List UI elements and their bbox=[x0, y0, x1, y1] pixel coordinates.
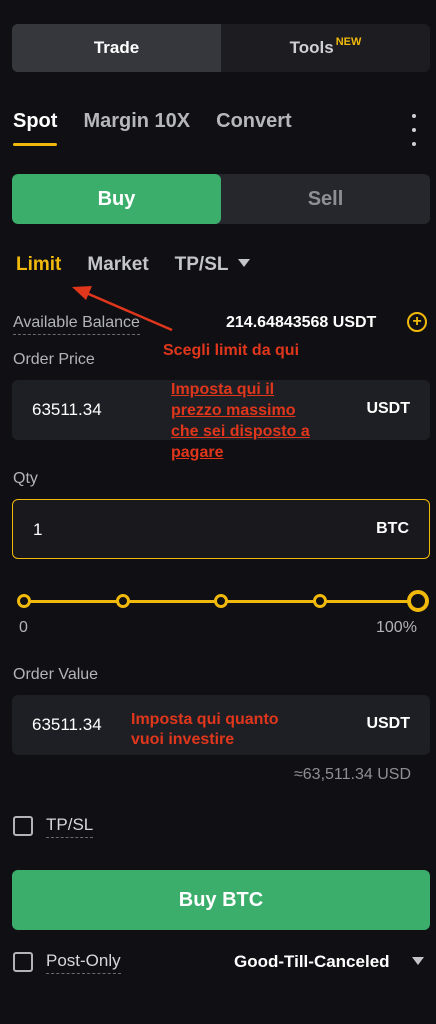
annotation-value: Imposta qui quanto vuoi investire bbox=[131, 710, 279, 750]
annotation-price-line: prezzo massimo bbox=[171, 402, 296, 419]
annotation-price-line: pagare bbox=[171, 444, 224, 461]
annotation-arrow bbox=[72, 286, 173, 332]
annotation-value-line: Imposta qui quanto bbox=[131, 711, 279, 728]
annotation-price-line: che sei disposto a bbox=[171, 423, 310, 440]
annotation-limit: Scegli limit da qui bbox=[163, 342, 300, 359]
annotation-price-line: Imposta qui il bbox=[171, 381, 275, 398]
annotation-value-line: vuoi investire bbox=[131, 731, 235, 748]
annotation-price: Imposta qui il prezzo massimo che sei di… bbox=[171, 379, 310, 463]
